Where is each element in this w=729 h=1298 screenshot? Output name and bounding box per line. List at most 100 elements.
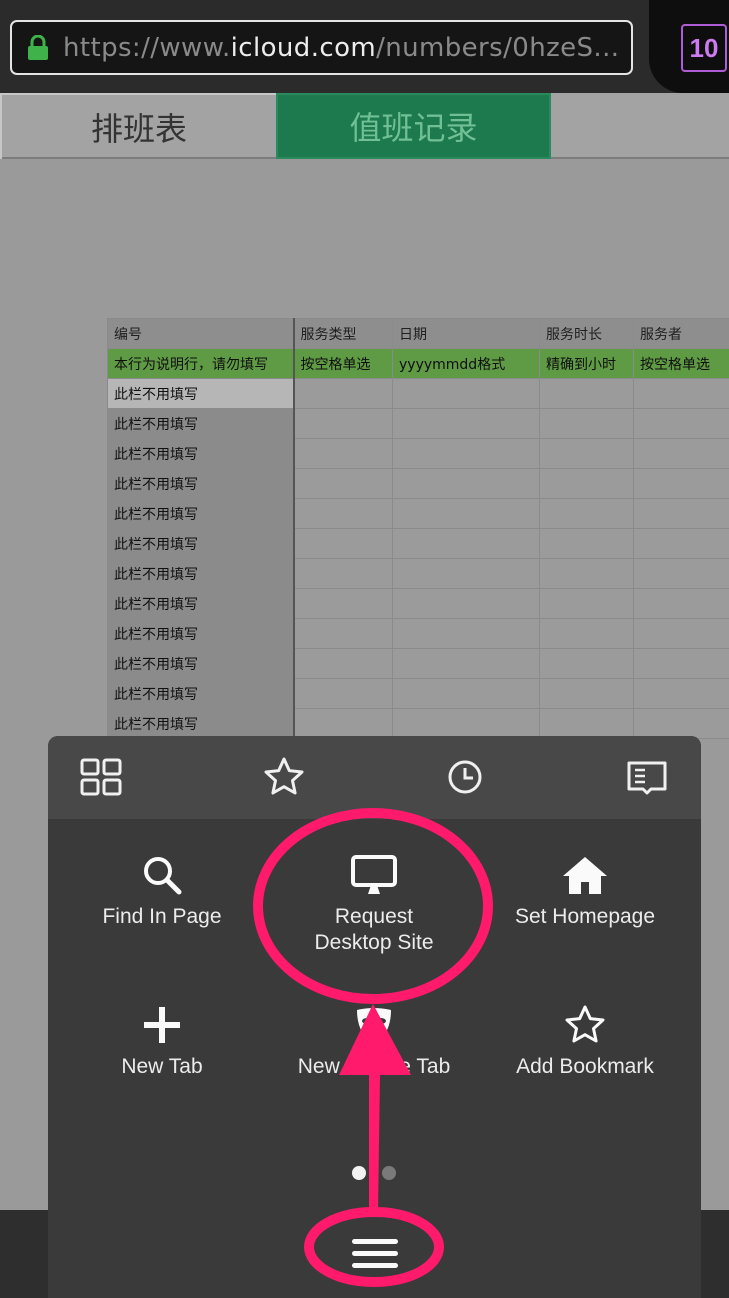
history-icon[interactable] [444, 756, 486, 798]
table-cell[interactable] [539, 588, 634, 619]
find-in-page-button[interactable]: Find In Page [52, 854, 272, 930]
header-cell[interactable]: 日期 [392, 318, 540, 349]
table-cell[interactable] [293, 708, 393, 739]
table-cell[interactable] [633, 408, 729, 439]
table-row: 此栏不用填写 [107, 528, 729, 559]
table-cell[interactable] [293, 588, 393, 619]
header-cell[interactable]: 服务者 [633, 318, 729, 349]
table-cell[interactable]: 此栏不用填写 [107, 678, 295, 709]
note-cell[interactable]: yyyymmdd格式 [392, 348, 540, 379]
request-desktop-site-button[interactable]: Request Desktop Site [264, 854, 484, 956]
table-cell[interactable] [633, 588, 729, 619]
table-cell[interactable] [293, 438, 393, 469]
table-cell[interactable]: 此栏不用填写 [107, 378, 295, 409]
table-cell[interactable]: 此栏不用填写 [107, 618, 295, 649]
table-cell[interactable] [633, 438, 729, 469]
hamburger-icon[interactable] [352, 1236, 398, 1272]
table-cell[interactable] [392, 618, 540, 649]
find-in-page-label: Find In Page [102, 905, 222, 928]
set-homepage-label: Set Homepage [514, 905, 656, 928]
table-cell[interactable] [633, 528, 729, 559]
url-field[interactable]: https://www.icloud.com/numbers/0hzeS... [10, 20, 633, 75]
table-cell[interactable] [392, 648, 540, 679]
table-cell[interactable] [392, 378, 540, 409]
table-cell[interactable] [392, 408, 540, 439]
table-cell[interactable] [633, 618, 729, 649]
table-cell[interactable] [633, 708, 729, 739]
table-cell[interactable] [293, 558, 393, 589]
add-bookmark-button[interactable]: Add Bookmark [475, 1004, 695, 1080]
sheet-tab-duty-log[interactable]: 值班记录 [276, 93, 551, 159]
table-cell[interactable] [633, 558, 729, 589]
table-cell[interactable]: 此栏不用填写 [107, 498, 295, 529]
page-indicator[interactable] [352, 1166, 396, 1180]
table-cell[interactable] [539, 558, 634, 589]
table-cell[interactable]: 此栏不用填写 [107, 588, 295, 619]
table-cell[interactable] [293, 468, 393, 499]
note-cell[interactable]: 本行为说明行，请勿填写 [107, 348, 295, 379]
table-cell[interactable] [392, 468, 540, 499]
table-cell[interactable] [539, 648, 634, 679]
table-cell[interactable] [633, 498, 729, 529]
tab-count-button[interactable]: 10 [681, 24, 727, 72]
instruction-row: 本行为说明行，请勿填写 按空格单选 yyyymmdd格式 精确到小时 按空格单选 [107, 348, 729, 379]
table-cell[interactable] [633, 678, 729, 709]
page-dot[interactable] [382, 1166, 396, 1180]
table-row: 此栏不用填写 [107, 648, 729, 679]
bookmarks-icon[interactable] [263, 756, 305, 798]
table-cell[interactable] [633, 648, 729, 679]
add-bookmark-label: Add Bookmark [516, 1055, 654, 1078]
desktop-icon [351, 855, 397, 894]
table-cell[interactable] [392, 588, 540, 619]
table-cell[interactable] [539, 438, 634, 469]
table-cell[interactable] [392, 678, 540, 709]
table-cell[interactable] [293, 408, 393, 439]
table-cell[interactable] [293, 498, 393, 529]
header-cell[interactable]: 服务时长 [539, 318, 634, 349]
note-cell[interactable]: 按空格单选 [293, 348, 393, 379]
table-row: 此栏不用填写 [107, 438, 729, 469]
table-cell[interactable] [392, 498, 540, 529]
table-cell[interactable]: 此栏不用填写 [107, 408, 295, 439]
new-tab-label: New Tab [121, 1055, 203, 1078]
table-cell[interactable] [293, 618, 393, 649]
note-cell[interactable]: 按空格单选 [633, 348, 729, 379]
table-cell[interactable] [293, 678, 393, 709]
table-cell[interactable] [392, 708, 540, 739]
header-cell[interactable]: 编号 [107, 318, 295, 349]
table-cell[interactable] [293, 648, 393, 679]
table-cell[interactable] [392, 528, 540, 559]
table-cell[interactable] [539, 708, 634, 739]
sheet-tab-schedule[interactable]: 排班表 [0, 93, 276, 159]
table-cell[interactable] [539, 468, 634, 499]
table-cell[interactable] [539, 528, 634, 559]
spreadsheet-table: 编号 服务类型 日期 服务时长 服务者 本行为说明行，请勿填写 按空格单选 yy… [107, 318, 729, 739]
home-icon [563, 857, 607, 894]
table-cell[interactable] [539, 408, 634, 439]
table-cell[interactable] [633, 468, 729, 499]
note-cell[interactable]: 精确到小时 [539, 348, 634, 379]
table-cell[interactable]: 此栏不用填写 [107, 558, 295, 589]
table-cell[interactable]: 此栏不用填写 [107, 468, 295, 499]
table-cell[interactable] [633, 378, 729, 409]
table-cell[interactable] [539, 498, 634, 529]
header-cell[interactable]: 服务类型 [293, 318, 393, 349]
table-cell[interactable]: 此栏不用填写 [107, 648, 295, 679]
new-private-tab-button[interactable]: New Private Tab [264, 1004, 484, 1080]
new-tab-button[interactable]: New Tab [52, 1004, 272, 1080]
table-cell[interactable] [539, 378, 634, 409]
table-cell[interactable]: 此栏不用填写 [107, 708, 295, 739]
table-cell[interactable] [293, 378, 393, 409]
top-sites-icon[interactable] [80, 756, 122, 798]
set-homepage-button[interactable]: Set Homepage [475, 854, 695, 930]
table-cell[interactable] [392, 438, 540, 469]
page-dot-active[interactable] [352, 1166, 366, 1180]
table-cell[interactable]: 此栏不用填写 [107, 438, 295, 469]
table-cell[interactable] [539, 618, 634, 649]
table-cell[interactable] [293, 528, 393, 559]
url-text: https://www.icloud.com/numbers/0hzeS... [63, 32, 620, 63]
table-cell[interactable] [392, 558, 540, 589]
reading-list-icon[interactable] [626, 756, 668, 798]
table-cell[interactable]: 此栏不用填写 [107, 528, 295, 559]
table-cell[interactable] [539, 678, 634, 709]
